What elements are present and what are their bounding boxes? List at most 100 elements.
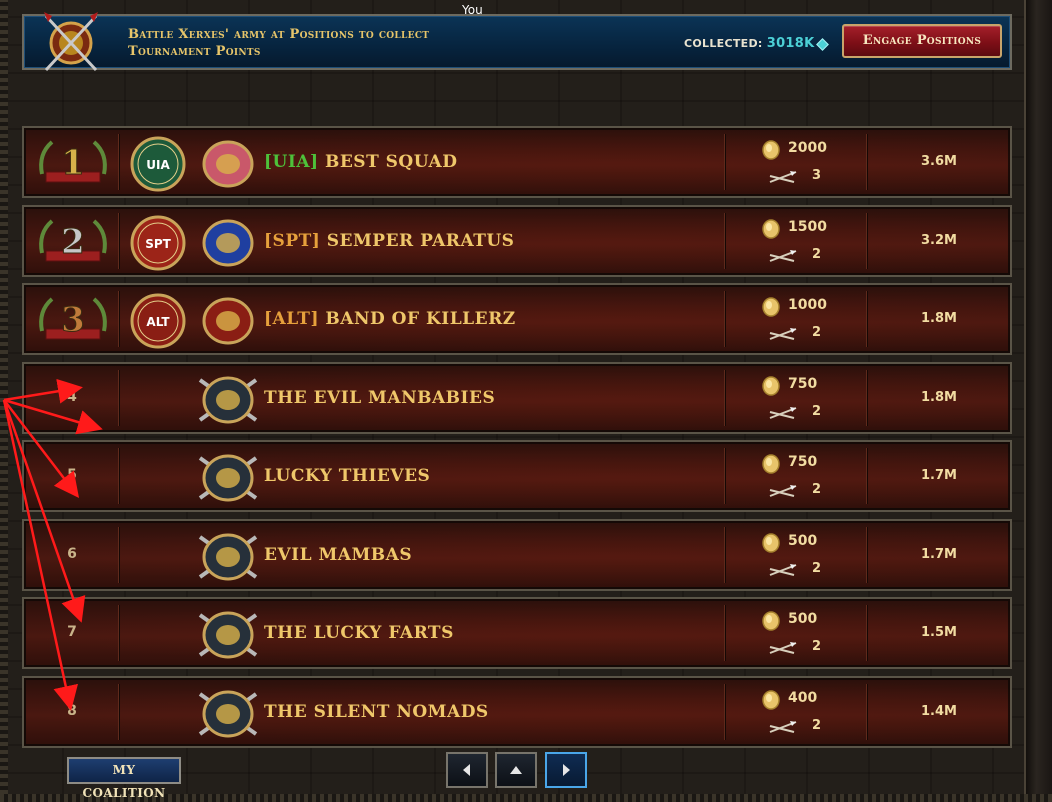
rank-medal-number: 3 <box>61 300 85 340</box>
triangle-up-icon <box>510 766 522 774</box>
clan-name-text: THE EVIL MANBABIES <box>264 388 496 408</box>
clan-name[interactable]: THE EVIL MANBABIES <box>264 388 495 408</box>
rank-medal-number: 1 <box>61 143 85 183</box>
clan-name-text: THE SILENT NOMADS <box>264 702 489 722</box>
gem-icon <box>816 37 830 51</box>
crossed-spears-emblem-icon <box>44 12 98 72</box>
clan-emblem-icon <box>202 219 254 267</box>
clan-tag: [UIA] <box>264 152 319 172</box>
leaderboard-row[interactable]: 3 ALT [ALT] BAND OF KILLERZ 1000 2 1.8M <box>22 283 1012 355</box>
gold-coin-icon <box>762 611 780 631</box>
rank-number: 4 <box>67 389 77 405</box>
arrows-bundle-icon <box>769 407 797 419</box>
clan-emblem-icon <box>198 533 258 581</box>
row-divider <box>866 291 867 347</box>
reward-value: 1500 <box>788 219 827 235</box>
clan-name[interactable]: EVIL MAMBAS <box>264 545 412 565</box>
leaderboard-row[interactable]: 2 SPT [SPT] SEMPER PARATUS 1500 2 3.2M <box>22 205 1012 277</box>
triangle-left-icon <box>463 764 470 776</box>
scroll-top-button[interactable] <box>495 752 537 788</box>
arrows-bundle-icon <box>769 721 797 733</box>
rank-number: 6 <box>67 546 77 562</box>
clan-name[interactable]: [UIA] BEST SQUAD <box>264 152 457 172</box>
arrows-bundle-icon <box>769 642 797 654</box>
rank-medal-icon: 2 <box>39 219 107 263</box>
clan-name-text: LUCKY THIEVES <box>264 466 431 486</box>
clan-name-text: THE LUCKY FARTS <box>264 623 454 643</box>
gold-coin-icon <box>762 297 780 317</box>
clan-tag-badge-text: UIA <box>146 158 170 172</box>
leaderboard-row[interactable]: 4 THE EVIL MANBABIES 750 2 1.8M <box>22 362 1012 434</box>
row-divider <box>866 134 867 190</box>
clan-tag-badge-icon: ALT <box>130 293 186 349</box>
collected-value: 3018K <box>766 36 815 51</box>
rank-number: 7 <box>67 624 77 640</box>
row-divider <box>866 684 867 740</box>
triangle-right-icon <box>563 764 570 776</box>
row-divider <box>118 527 119 583</box>
clan-name[interactable]: LUCKY THIEVES <box>264 466 430 486</box>
clan-emblem-icon <box>202 297 254 345</box>
tournament-points: 1.5M <box>921 625 957 640</box>
tournament-points: 1.4M <box>921 704 957 719</box>
gold-coin-icon <box>762 140 780 160</box>
reward-value: 500 <box>788 533 818 549</box>
leaderboard-row[interactable]: 6 EVIL MAMBAS 500 2 1.7M <box>22 519 1012 591</box>
clan-name-text: SEMPER PARATUS <box>326 231 515 251</box>
arrows-bundle-icon <box>769 250 797 262</box>
row-divider <box>866 213 867 269</box>
reward-count: 2 <box>812 404 822 419</box>
right-frame <box>1024 0 1052 802</box>
arrows-bundle-icon <box>769 171 797 183</box>
gold-coin-icon <box>762 219 780 239</box>
clan-tag-badge-text: SPT <box>145 237 171 251</box>
reward-count: 2 <box>812 639 822 654</box>
clan-name-text: BEST SQUAD <box>324 152 458 172</box>
clan-emblem-icon <box>198 376 258 424</box>
left-frame <box>0 0 8 802</box>
clan-name[interactable]: [SPT] SEMPER PARATUS <box>264 231 514 251</box>
clan-name-text: EVIL MAMBAS <box>264 545 413 565</box>
reward-count: 2 <box>812 561 822 576</box>
reward-value: 1000 <box>788 297 827 313</box>
reward-count: 2 <box>812 482 822 497</box>
leaderboard-row[interactable]: 5 LUCKY THIEVES 750 2 1.7M <box>22 440 1012 512</box>
clan-tag-badge-icon: UIA <box>130 136 186 192</box>
reward-value: 500 <box>788 611 818 627</box>
clan-tag-badge-icon: SPT <box>130 215 186 271</box>
tournament-points: 1.7M <box>921 547 957 562</box>
rank-medal-icon: 1 <box>39 140 107 184</box>
clan-emblem-icon <box>198 690 258 738</box>
row-divider <box>724 448 725 504</box>
leaderboard-row[interactable]: 1 UIA [UIA] BEST SQUAD 2000 3 3.6M <box>22 126 1012 198</box>
gold-coin-icon <box>762 454 780 474</box>
clan-name[interactable]: THE SILENT NOMADS <box>264 702 489 722</box>
clan-name-text: BAND OF KILLERZ <box>325 309 516 329</box>
leaderboard-row[interactable]: 7 THE LUCKY FARTS 500 2 1.5M <box>22 597 1012 669</box>
leaderboard-row[interactable]: 8 THE SILENT NOMADS 400 2 1.4M <box>22 676 1012 748</box>
row-divider <box>118 684 119 740</box>
prev-page-button[interactable] <box>446 752 488 788</box>
row-divider <box>118 605 119 661</box>
row-divider <box>866 370 867 426</box>
arrows-bundle-icon <box>769 485 797 497</box>
engage-positions-button[interactable]: Engage Positions <box>842 24 1002 58</box>
tournament-banner: Battle Xerxes' army at Positions to coll… <box>22 12 1012 72</box>
row-divider <box>724 527 725 583</box>
gold-coin-icon <box>762 376 780 396</box>
clan-tag-badge-text: ALT <box>146 315 170 329</box>
row-divider <box>724 370 725 426</box>
reward-count: 2 <box>812 325 822 340</box>
my-coalition-button[interactable]: MY COALITION <box>67 757 181 800</box>
collected-label: COLLECTED: <box>684 37 763 50</box>
clan-name[interactable]: THE LUCKY FARTS <box>264 623 454 643</box>
row-divider <box>724 213 725 269</box>
rank-medal-icon: 3 <box>39 297 107 341</box>
next-page-button[interactable] <box>545 752 587 788</box>
row-divider <box>724 605 725 661</box>
clan-name[interactable]: [ALT] BAND OF KILLERZ <box>264 309 516 329</box>
arrows-bundle-icon <box>769 328 797 340</box>
row-divider <box>118 448 119 504</box>
reward-value: 750 <box>788 454 818 470</box>
rank-medal-number: 2 <box>61 222 85 262</box>
